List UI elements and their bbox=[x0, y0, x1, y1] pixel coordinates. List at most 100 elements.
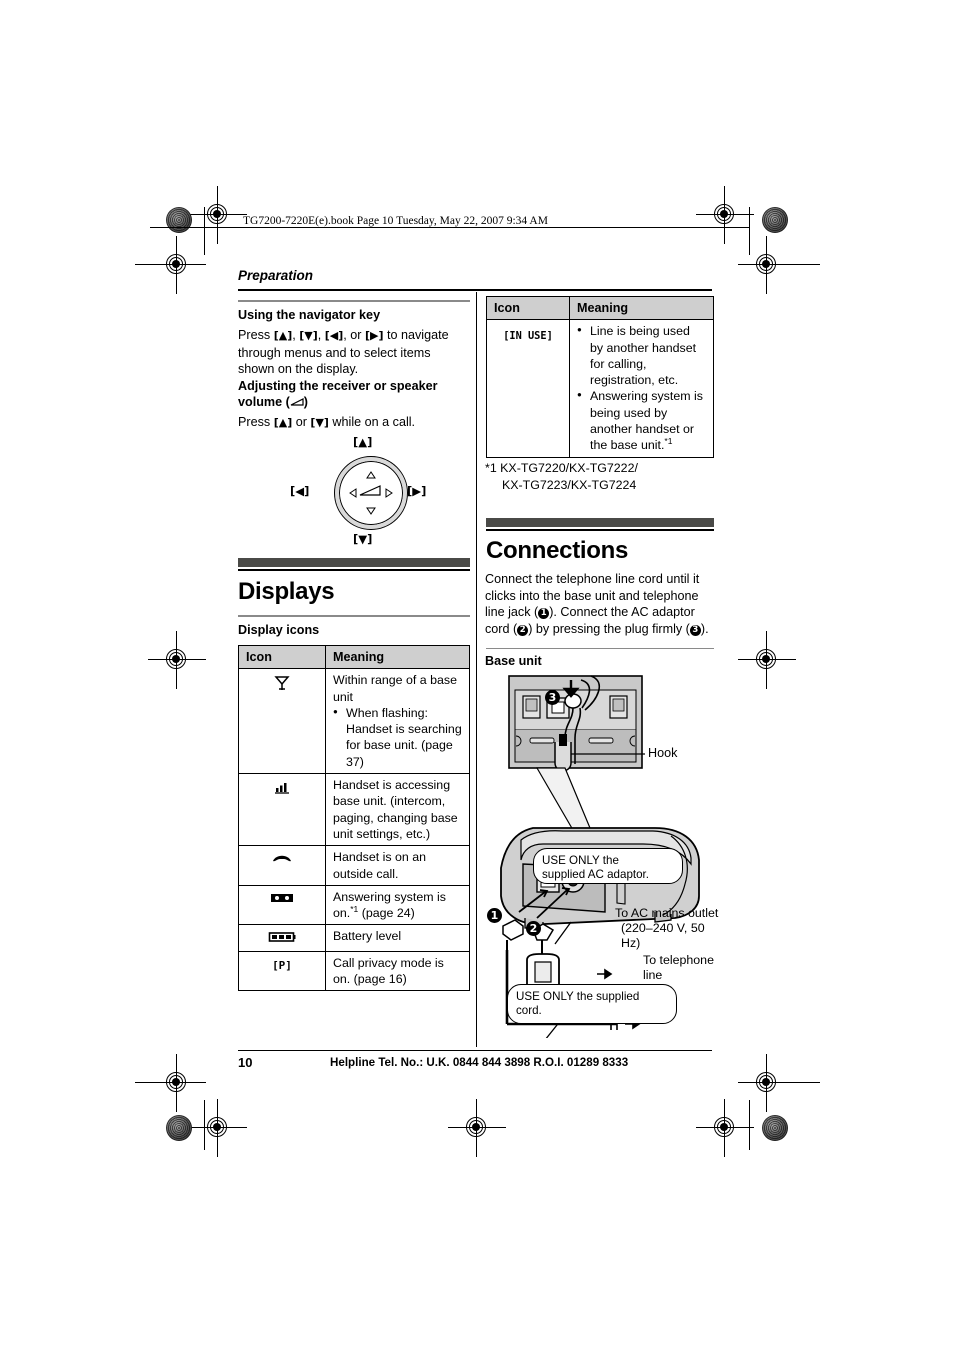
key-right-label: [▶] bbox=[364, 329, 384, 342]
bullet-item: When flashing: Handset is searching for … bbox=[333, 704, 462, 770]
trim-line-right-vertical-bottom bbox=[749, 1100, 750, 1150]
battery-icon bbox=[268, 932, 296, 943]
navigator-body: Press [▲], [▼], [◀], or [▶] to navigate … bbox=[238, 327, 470, 378]
cell-icon-privacy: [P] bbox=[238, 950, 326, 992]
footer-helpline: Helpline Tel. No.: U.K. 0844 844 3898 R.… bbox=[330, 1056, 629, 1069]
navigator-body-prefix: Press bbox=[238, 328, 274, 342]
cell-icon-in-use: [IN USE] bbox=[486, 319, 570, 458]
registration-mark-left-lower bbox=[148, 1054, 206, 1112]
cell-meaning: Handset is accessing base unit. (interco… bbox=[325, 773, 470, 847]
base-unit-illustration: Hook 3 1 2 USE ONLY the supplied AC adap… bbox=[485, 668, 719, 1041]
volume-heading-line2-end: ) bbox=[303, 395, 308, 409]
meaning-text-tail: (page 24) bbox=[358, 906, 415, 921]
table-header-row: Icon Meaning bbox=[486, 295, 714, 321]
displays-title-rule bbox=[238, 615, 470, 617]
registration-mark-right-middle bbox=[738, 631, 796, 689]
sep3: , or bbox=[343, 328, 365, 342]
displays-title: Displays bbox=[238, 578, 335, 605]
meaning-text: Within range of a base unit bbox=[333, 673, 457, 704]
connections-part4: ). bbox=[700, 621, 709, 636]
displays-section-bar bbox=[238, 558, 470, 567]
trim-line-top-horizontal bbox=[135, 264, 185, 265]
figure-callout-2: 2 bbox=[526, 921, 541, 936]
table-row: [P] Call privacy mode is on. (page 16) bbox=[238, 950, 470, 992]
footer-rule bbox=[238, 1050, 712, 1052]
footnote-ref: *1 bbox=[664, 436, 673, 447]
callout-ac-line1: USE ONLY the bbox=[542, 854, 619, 867]
sep2: , bbox=[317, 328, 325, 342]
cell-meaning: Battery level bbox=[325, 924, 470, 952]
base-unit-caption: Base unit bbox=[485, 654, 542, 668]
volume-body-suffix: while on a call. bbox=[328, 415, 416, 429]
page-number: 10 bbox=[238, 1055, 253, 1070]
footnote-text: *1 KX-TG7220/KX-TG7222/ KX-TG7223/KX-TG7… bbox=[485, 460, 715, 493]
volume-body-mid: or bbox=[292, 415, 311, 429]
connections-part3: ) by pressing the plug firmly ( bbox=[528, 621, 690, 636]
trim-line-left-vertical-bottom bbox=[204, 1100, 205, 1150]
registration-mark-left-upper bbox=[148, 236, 206, 294]
meaning-text: Answering system is on.*1 (page 24) bbox=[333, 889, 462, 922]
base-unit-section-rule bbox=[486, 648, 714, 649]
table-row: Within range of a base unit When flashin… bbox=[238, 668, 470, 775]
volume-key-down: [▼] bbox=[310, 416, 329, 429]
footnote-marker: *1 bbox=[485, 461, 497, 475]
halftone-patch-top-right bbox=[762, 207, 788, 233]
figure-callout-1: 1 bbox=[487, 908, 502, 923]
registration-mark-right-upper bbox=[738, 236, 796, 294]
signal-waves-icon bbox=[275, 783, 289, 794]
cell-icon-handset bbox=[238, 845, 326, 886]
halftone-patch-bottom-left bbox=[166, 1115, 192, 1141]
col-header-meaning: Meaning bbox=[325, 644, 470, 670]
col-header-meaning: Meaning bbox=[569, 295, 714, 321]
bullet-item: Line is being used by another handset fo… bbox=[577, 322, 706, 388]
table-row: Handset is on an outside call. bbox=[238, 845, 470, 886]
meaning-text: Call privacy mode is on. (page 16) bbox=[333, 955, 444, 987]
table-row: Handset is accessing base unit. (interco… bbox=[238, 773, 470, 847]
volume-heading: Adjusting the receiver or speaker volume… bbox=[238, 378, 470, 410]
column-divider bbox=[476, 292, 477, 1047]
registration-mark-right-lower bbox=[738, 1054, 796, 1112]
manual-page: TG7200-7220E(e).book Page 10 Tuesday, Ma… bbox=[0, 0, 954, 1351]
volume-body: Press [▲] or [▼] while on a call. bbox=[238, 414, 470, 432]
cell-meaning: Line is being used by another handset fo… bbox=[569, 319, 714, 458]
navigator-dial-arrows bbox=[349, 471, 393, 515]
volume-heading-line1: Adjusting the receiver or speaker bbox=[238, 379, 438, 393]
navigator-heading: Using the navigator key bbox=[238, 308, 381, 322]
antenna-icon bbox=[274, 676, 290, 691]
footnote-line2: KX-TG7223/KX-TG7224 bbox=[502, 477, 637, 492]
handset-off-hook-icon bbox=[273, 856, 291, 862]
bullet-item: Answering system is being used by anothe… bbox=[577, 387, 706, 453]
connections-section-bar-rule bbox=[486, 529, 714, 531]
trim-line-right-vertical bbox=[749, 207, 750, 255]
meaning-text: Battery level bbox=[333, 929, 402, 944]
trim-line-left-vertical bbox=[204, 207, 205, 255]
ac-outlet-line1: To AC mains outlet bbox=[615, 906, 719, 920]
running-head-rule bbox=[238, 289, 712, 291]
col-header-icon: Icon bbox=[238, 644, 326, 670]
navigator-section: Using the navigator key Press [▲], [▼], … bbox=[238, 307, 470, 380]
meaning-bullets: When flashing: Handset is searching for … bbox=[333, 704, 462, 770]
meaning-text: Handset is accessing base unit. (interco… bbox=[333, 778, 458, 841]
cell-meaning: Handset is on an outside call. bbox=[325, 845, 470, 886]
key-down-label: [▼] bbox=[299, 329, 318, 342]
callout-cord-line2: cord. bbox=[516, 1004, 542, 1017]
table-row: Answering system is on.*1 (page 24) bbox=[238, 884, 470, 926]
callout-ac-line2: supplied AC adaptor. bbox=[542, 868, 649, 881]
navigator-key-diagram: [▲] [▼] [◀] [▶] bbox=[290, 435, 440, 553]
connections-title: Connections bbox=[486, 537, 629, 564]
display-icons-subheading: Display icons bbox=[238, 623, 320, 637]
answering-system-icon bbox=[271, 893, 293, 902]
registration-mark-left-middle bbox=[148, 631, 206, 689]
cell-meaning: Within range of a base unit When flashin… bbox=[325, 668, 470, 775]
in-use-icon-table: Icon Meaning [IN USE] Line is being used… bbox=[486, 295, 714, 458]
connections-body-wrap: Connect the telephone line cord until it… bbox=[485, 571, 715, 639]
cell-meaning: Call privacy mode is on. (page 16) bbox=[325, 950, 470, 992]
volume-body-prefix: Press bbox=[238, 415, 274, 429]
running-head: Preparation bbox=[238, 268, 314, 283]
callout-number-1: 1 bbox=[538, 608, 550, 619]
ac-outlet-label: To AC mains outlet (220–240 V, 50 Hz) bbox=[615, 906, 719, 951]
displays-section-bar-rule bbox=[238, 569, 470, 571]
registration-mark-top-right bbox=[696, 186, 754, 244]
callout-number-3: 3 bbox=[689, 624, 701, 636]
connections-section-bar bbox=[486, 518, 714, 527]
